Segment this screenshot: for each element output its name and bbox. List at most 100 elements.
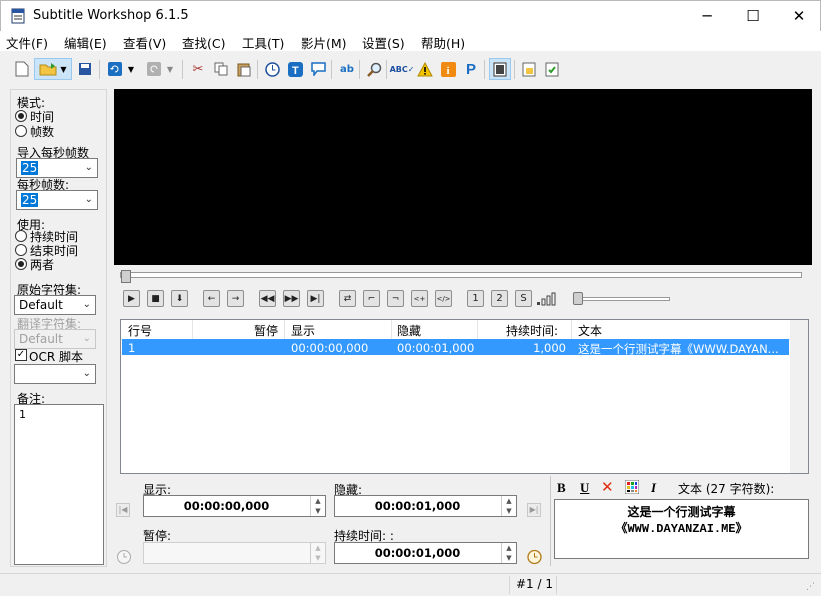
fps-select[interactable]: 25 ⌄ <box>16 190 98 210</box>
translator-mode-icon[interactable] <box>518 58 540 80</box>
chevron-down-icon: ⌄ <box>82 368 91 379</box>
minimize-button[interactable]: ─ <box>684 1 730 31</box>
volume-handle[interactable] <box>573 292 583 305</box>
toolbar-separator <box>386 60 387 79</box>
video-preview[interactable] <box>114 89 812 265</box>
save-icon[interactable] <box>74 58 96 80</box>
loop-icon[interactable]: ⇄ <box>339 290 356 307</box>
show-time-field[interactable]: 00:00:00,000 ▲ ▼ <box>143 495 326 517</box>
duration-clock-icon[interactable] <box>526 548 543 565</box>
apply-both-radio[interactable] <box>15 258 27 270</box>
notes-textarea[interactable]: 1 <box>14 404 104 565</box>
mark-2-icon[interactable]: 2 <box>491 290 508 307</box>
undo-icon[interactable] <box>104 58 126 80</box>
set-start-icon[interactable]: ⌐ <box>363 290 380 307</box>
import-fps-select[interactable]: 25 ⌄ <box>16 158 98 178</box>
undo-dropdown-icon[interactable]: ▼ <box>124 58 138 80</box>
subtitle-grid[interactable]: 行号 暂停 显示 隐藏 持续时间: 文本 1 00:00:00,000 00:0… <box>120 319 809 474</box>
apply-end-radio[interactable] <box>15 244 27 256</box>
play-icon[interactable]: ▶ <box>123 290 140 307</box>
menu-file[interactable]: 文件(F) <box>6 33 48 52</box>
bold-button[interactable]: B <box>557 480 566 496</box>
col-header-show[interactable]: 显示 <box>291 322 315 339</box>
menu-help[interactable]: 帮助(H) <box>421 33 465 52</box>
maximize-button[interactable]: ☐ <box>730 1 776 31</box>
rewind-icon[interactable]: ◀◀ <box>259 290 276 307</box>
subtitle-text-editor[interactable]: 这是一个行测试字幕 《WWW.DAYANZAI.ME》 <box>554 499 809 559</box>
open-file-icon[interactable]: ▼ <box>34 58 72 80</box>
resize-grip-icon[interactable]: ⋰ <box>806 582 815 592</box>
col-header-duration[interactable]: 持续时间: <box>506 322 558 339</box>
spin-arrows-icon[interactable]: ▲ ▼ <box>501 543 516 563</box>
speech-bubble-icon[interactable] <box>307 58 329 80</box>
remove-format-icon[interactable]: ✕ <box>601 478 614 496</box>
pascal-script-icon[interactable]: P <box>460 58 482 80</box>
translate-icon[interactable]: ab <box>336 58 358 80</box>
menu-search[interactable]: 查找(C) <box>182 33 225 52</box>
cell-num: 1 <box>128 341 136 355</box>
col-header-hide[interactable]: 隐藏 <box>397 322 421 339</box>
info-icon[interactable]: i <box>437 58 459 80</box>
forward-icon[interactable]: → <box>227 290 244 307</box>
text-icon[interactable]: T <box>284 58 306 80</box>
copy-icon[interactable] <box>210 58 232 80</box>
menu-tools[interactable]: 工具(T) <box>242 33 284 52</box>
mark-1-icon[interactable]: 1 <box>467 290 484 307</box>
ocr-checkbox[interactable]: ✓ <box>15 349 27 361</box>
scrollbar[interactable] <box>790 320 808 473</box>
seek-bar[interactable] <box>120 272 802 278</box>
check-list-icon[interactable] <box>541 58 563 80</box>
orig-charset-select[interactable]: Default ⌄ <box>14 295 96 315</box>
frame-step-icon[interactable]: ▶| <box>307 290 324 307</box>
mode-frames-radio[interactable] <box>15 125 27 137</box>
video-preview-icon[interactable] <box>489 58 511 80</box>
add-subtitle-icon[interactable]: <+ <box>411 290 428 307</box>
seek-handle[interactable] <box>121 270 131 283</box>
code-icon[interactable]: </> <box>435 290 452 307</box>
duration-field[interactable]: 00:00:01,000 ▲ ▼ <box>334 542 517 564</box>
col-header-pause[interactable]: 暂停 <box>254 322 278 339</box>
close-button[interactable]: ✕ <box>776 1 821 31</box>
next-icon[interactable]: ▶| <box>527 503 541 517</box>
fast-forward-icon[interactable]: ▶▶ <box>283 290 300 307</box>
pause-time-field: ▲ ▼ <box>143 542 326 564</box>
set-end-icon[interactable]: ¬ <box>387 290 404 307</box>
new-file-icon[interactable] <box>11 58 33 80</box>
redo-dropdown-icon[interactable]: ▼ <box>163 58 177 80</box>
italic-button[interactable]: I <box>651 480 656 496</box>
cell-text: 这是一个行测试字幕《WWW.DAYAN... <box>578 342 779 355</box>
menu-movie[interactable]: 影片(M) <box>301 33 347 52</box>
col-header-num[interactable]: 行号 <box>128 322 152 339</box>
warning-icon[interactable] <box>414 58 436 80</box>
hide-time-value: 00:00:01,000 <box>374 499 461 513</box>
stop-icon[interactable]: ■ <box>147 290 164 307</box>
pause-clock-icon[interactable] <box>116 549 132 565</box>
apply-duration-radio[interactable] <box>15 230 27 242</box>
down-arrow-icon[interactable]: ⬇ <box>171 290 188 307</box>
ocr-script-select[interactable]: ⌄ <box>14 364 96 384</box>
previous-icon[interactable]: |◀ <box>116 503 130 517</box>
search-icon[interactable] <box>363 58 385 80</box>
snapshot-icon[interactable]: S <box>515 290 532 307</box>
panel-divider <box>550 476 551 566</box>
back-icon[interactable]: ← <box>203 290 220 307</box>
mode-time-radio[interactable] <box>15 110 27 122</box>
menu-view[interactable]: 查看(V) <box>123 33 166 52</box>
timings-icon[interactable] <box>261 58 283 80</box>
cut-icon[interactable]: ✂ <box>187 58 209 80</box>
volume-slider[interactable] <box>578 297 670 301</box>
underline-button[interactable]: U <box>580 480 589 496</box>
redo-icon[interactable] <box>143 58 165 80</box>
paste-icon[interactable] <box>233 58 255 80</box>
spin-arrows-icon[interactable]: ▲ ▼ <box>310 496 325 516</box>
color-palette-icon[interactable] <box>625 480 639 494</box>
hide-time-field[interactable]: 00:00:01,000 ▲ ▼ <box>334 495 517 517</box>
spell-check-icon[interactable]: ABC✓ <box>390 58 415 80</box>
menu-settings[interactable]: 设置(S) <box>362 33 405 52</box>
toolbar-separator <box>182 60 183 79</box>
spin-arrows-icon[interactable]: ▲ ▼ <box>501 496 516 516</box>
menu-edit[interactable]: 编辑(E) <box>64 33 107 52</box>
toolbar-separator <box>484 60 485 79</box>
mode-frames-label: 帧数 <box>30 125 55 139</box>
col-header-text[interactable]: 文本 <box>578 322 602 339</box>
